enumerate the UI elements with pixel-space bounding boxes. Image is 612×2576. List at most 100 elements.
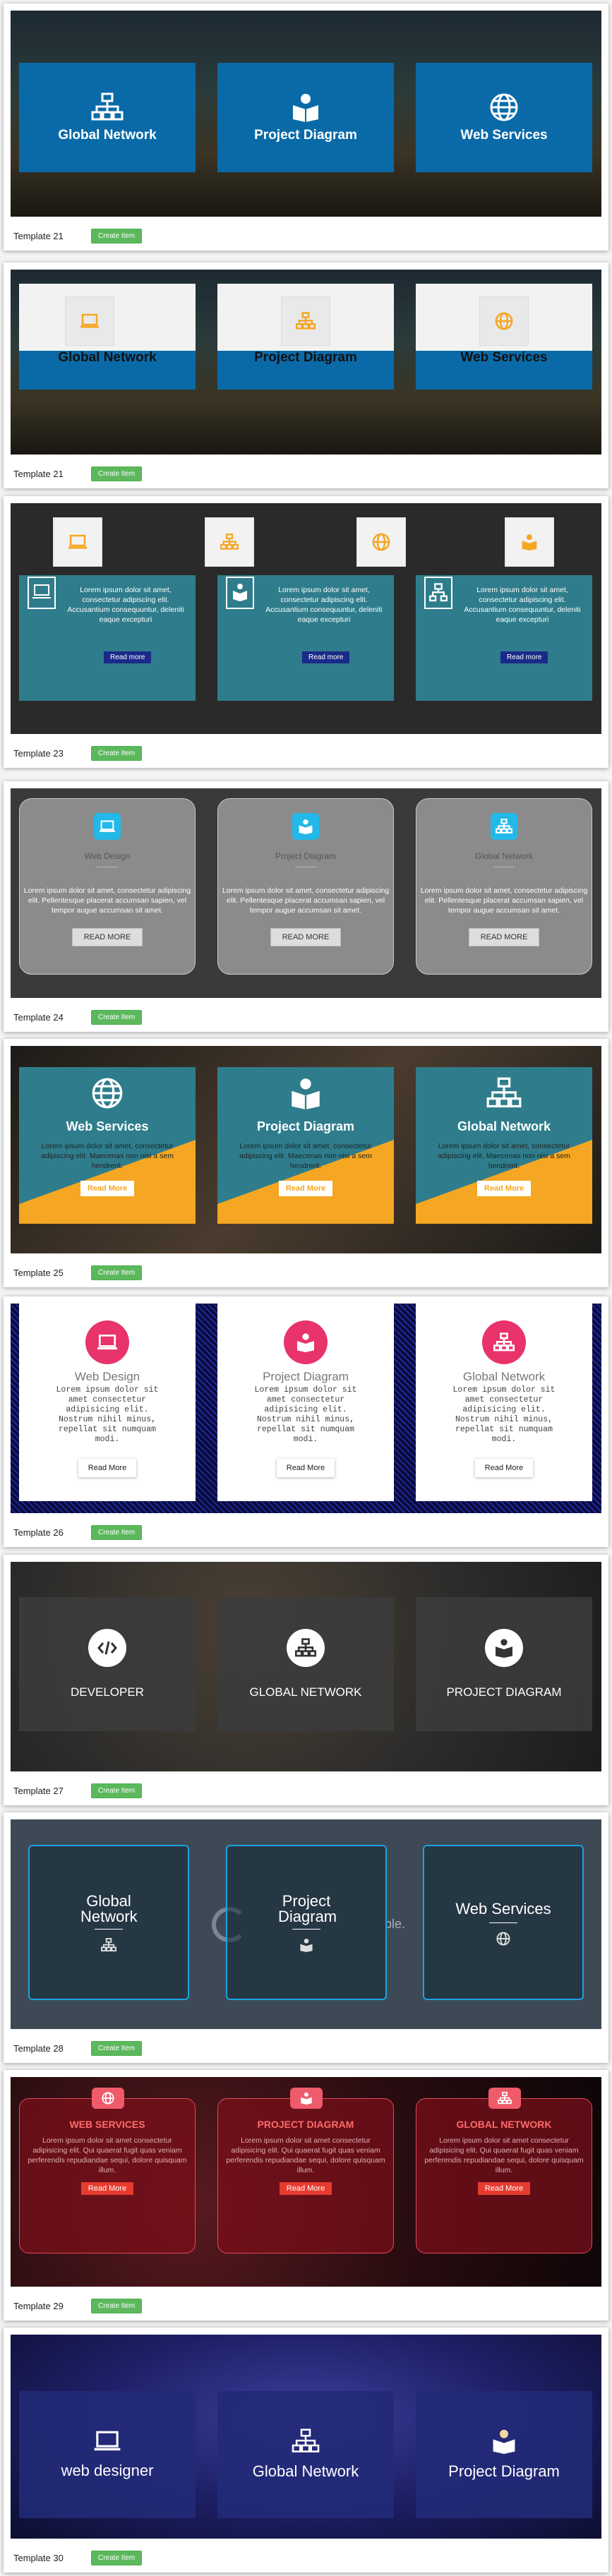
sitemap-icon bbox=[491, 813, 517, 840]
feature-title: GLOBAL NETWORK bbox=[249, 1685, 362, 1699]
feature-body: Lorem ipsum dolor sit amet consectetur a… bbox=[226, 2136, 385, 2174]
icon-tile bbox=[53, 517, 102, 567]
template-footer: Template 25 Create Item bbox=[11, 1258, 601, 1287]
sitemap-icon bbox=[101, 1937, 116, 1952]
feature-title: Project Diagram bbox=[278, 1891, 337, 1925]
create-item-button[interactable]: Create Item bbox=[91, 1009, 143, 1025]
create-item-button[interactable]: Create Item bbox=[91, 228, 143, 243]
feature-card[interactable]: Project Diagram bbox=[226, 1845, 387, 2000]
feature-card[interactable]: web designer bbox=[19, 2391, 196, 2518]
feature-card[interactable]: Global Network Lorem ipsum dolor sit ame… bbox=[416, 1067, 592, 1224]
feature-body: Lorem ipsum dolor sit amet, consectetur … bbox=[222, 886, 390, 915]
feature-title: web designer bbox=[61, 2462, 154, 2479]
read-more-button[interactable]: Read More bbox=[80, 2182, 134, 2195]
feature-card[interactable]: Global Network bbox=[28, 1845, 189, 2000]
feature-card[interactable]: Web Services Lorem ipsum dolor sit amet,… bbox=[19, 1067, 196, 1224]
read-more-button[interactable]: Read more bbox=[302, 651, 350, 663]
feature-card[interactable]: Web Design Lorem ipsum dolor sit amet co… bbox=[19, 1304, 196, 1501]
feature-card[interactable]: GLOBAL NETWORK Lorem ipsum dolor sit ame… bbox=[416, 2088, 592, 2253]
feature-title: GLOBAL NETWORK bbox=[456, 2119, 552, 2130]
feature-card[interactable]: Project Diagram Lorem ipsum dolor sit am… bbox=[217, 798, 394, 975]
book-reader-icon bbox=[299, 1938, 313, 1952]
read-more-button[interactable]: Read More bbox=[474, 1459, 534, 1477]
create-item-button[interactable]: Create Item bbox=[91, 1265, 143, 1280]
feature-body: Lorem ipsum dolor sit amet consectetur a… bbox=[28, 2136, 187, 2174]
read-more-button[interactable]: Read More bbox=[476, 1181, 532, 1196]
feature-box[interactable]: Project Diagram bbox=[217, 284, 394, 390]
template-footer: Template 29 Create Item bbox=[11, 2291, 601, 2321]
create-item-button[interactable]: Create Item bbox=[91, 1783, 143, 1798]
create-item-button[interactable]: Create Item bbox=[91, 2550, 143, 2565]
read-more-button[interactable]: Read More bbox=[276, 1459, 335, 1477]
template-name: Template 24 bbox=[13, 1011, 64, 1023]
icon-tile bbox=[205, 517, 254, 567]
feature-card[interactable]: Global Network Lorem ipsum dolor sit ame… bbox=[416, 1304, 592, 1501]
feature-body: Lorem ipsum dolor sit amet, consectetur … bbox=[41, 1142, 174, 1170]
read-more-button[interactable]: Read More bbox=[80, 1181, 135, 1196]
read-more-button[interactable]: Read More bbox=[278, 1181, 333, 1196]
feature-body: Lorem ipsum dolor sit amet consectetur a… bbox=[56, 1385, 159, 1444]
feature-box[interactable]: Project Diagram bbox=[217, 63, 394, 172]
book-reader-icon bbox=[217, 1077, 394, 1109]
read-more-button[interactable]: Read more bbox=[104, 651, 152, 663]
feature-body: Lorem ipsum dolor sit amet consectetur a… bbox=[452, 1385, 556, 1444]
feature-card[interactable]: Global Network bbox=[217, 2391, 394, 2518]
feature-card[interactable]: Project Diagram bbox=[416, 2391, 592, 2518]
sitemap-icon bbox=[91, 92, 124, 122]
template-footer: Template 24 Create Item bbox=[11, 1002, 601, 1032]
feature-card[interactable]: WEB SERVICES Lorem ipsum dolor sit amet … bbox=[19, 2088, 196, 2253]
feature-title: Web Design bbox=[74, 1370, 140, 1383]
template-footer: Template 27 Create Item bbox=[11, 1776, 601, 1805]
create-item-button[interactable]: Create Item bbox=[91, 745, 143, 761]
read-more-button[interactable]: Read More bbox=[477, 2182, 531, 2195]
read-more-button[interactable]: Read More bbox=[279, 2182, 332, 2195]
info-body: Lorem ipsum dolor sit amet, consectetur … bbox=[67, 586, 184, 624]
feature-title: PROJECT DIAGRAM bbox=[257, 2119, 354, 2130]
book-reader-icon bbox=[291, 92, 320, 122]
template-name: Template 21 bbox=[13, 468, 64, 479]
feature-box[interactable]: Web Services bbox=[416, 284, 592, 390]
feature-card[interactable]: GLOBAL NETWORK bbox=[217, 1597, 394, 1731]
feature-card[interactable]: DEVELOPER bbox=[19, 1597, 196, 1731]
code-icon bbox=[88, 1629, 126, 1667]
template-card-27: DEVELOPER GLOBAL NETWORK PROJECT DIAGRAM… bbox=[4, 1555, 608, 1805]
template-preview: Web Design Lorem ipsum dolor sit amet co… bbox=[11, 1304, 601, 1513]
template-card-29: WEB SERVICES Lorem ipsum dolor sit amet … bbox=[4, 2070, 608, 2321]
feature-card[interactable]: Project Diagram Lorem ipsum dolor sit am… bbox=[217, 1304, 394, 1501]
feature-card[interactable]: Web Services bbox=[423, 1845, 584, 2000]
feature-title: Project Diagram bbox=[254, 127, 357, 143]
feature-card[interactable]: PROJECT DIAGRAM Lorem ipsum dolor sit am… bbox=[217, 2088, 394, 2253]
feature-card[interactable]: PROJECT DIAGRAM bbox=[416, 1597, 592, 1731]
template-card-26: Web Design Lorem ipsum dolor sit amet co… bbox=[4, 1296, 608, 1547]
template-preview: ble. Global Network Project Diagram Web … bbox=[11, 1819, 601, 2029]
feature-box[interactable]: Global Network bbox=[19, 63, 196, 172]
icon-tile bbox=[505, 517, 554, 567]
feature-body: Lorem ipsum dolor sit amet, consectetur … bbox=[23, 886, 191, 915]
info-card[interactable]: Lorem ipsum dolor sit amet, consectetur … bbox=[217, 575, 394, 701]
feature-box[interactable]: Web Services bbox=[416, 63, 592, 172]
laptop-icon bbox=[68, 534, 88, 550]
globe-icon bbox=[495, 312, 513, 330]
sitemap-icon bbox=[416, 1077, 592, 1109]
template-card-21a: Global Network Project Diagram Web Servi… bbox=[4, 4, 608, 251]
template-card-28: ble. Global Network Project Diagram Web … bbox=[4, 1812, 608, 2063]
feature-card[interactable]: Web Design Lorem ipsum dolor sit amet, c… bbox=[19, 798, 196, 975]
read-more-button[interactable]: READ MORE bbox=[468, 928, 540, 946]
read-more-button[interactable]: Read more bbox=[500, 651, 548, 663]
create-item-button[interactable]: Create Item bbox=[91, 1524, 143, 1540]
globe-icon bbox=[19, 1077, 196, 1109]
read-more-button[interactable]: Read More bbox=[78, 1459, 137, 1477]
feature-box[interactable]: Global Network bbox=[19, 284, 196, 390]
info-card[interactable]: Lorem ipsum dolor sit amet, consectetur … bbox=[19, 575, 196, 701]
create-item-button[interactable]: Create Item bbox=[91, 466, 143, 481]
feature-title: Global Network bbox=[252, 2462, 359, 2480]
feature-title: Web Services bbox=[460, 350, 548, 365]
read-more-button[interactable]: READ MORE bbox=[71, 928, 143, 946]
read-more-button[interactable]: READ MORE bbox=[270, 928, 342, 946]
feature-card[interactable]: Global Network Lorem ipsum dolor sit ame… bbox=[416, 798, 592, 975]
create-item-button[interactable]: Create Item bbox=[91, 2040, 143, 2056]
info-card[interactable]: Lorem ipsum dolor sit amet, consectetur … bbox=[416, 575, 592, 701]
feature-card[interactable]: Project Diagram Lorem ipsum dolor sit am… bbox=[217, 1067, 394, 1224]
sitemap-icon bbox=[488, 2088, 521, 2109]
create-item-button[interactable]: Create Item bbox=[91, 2298, 143, 2313]
